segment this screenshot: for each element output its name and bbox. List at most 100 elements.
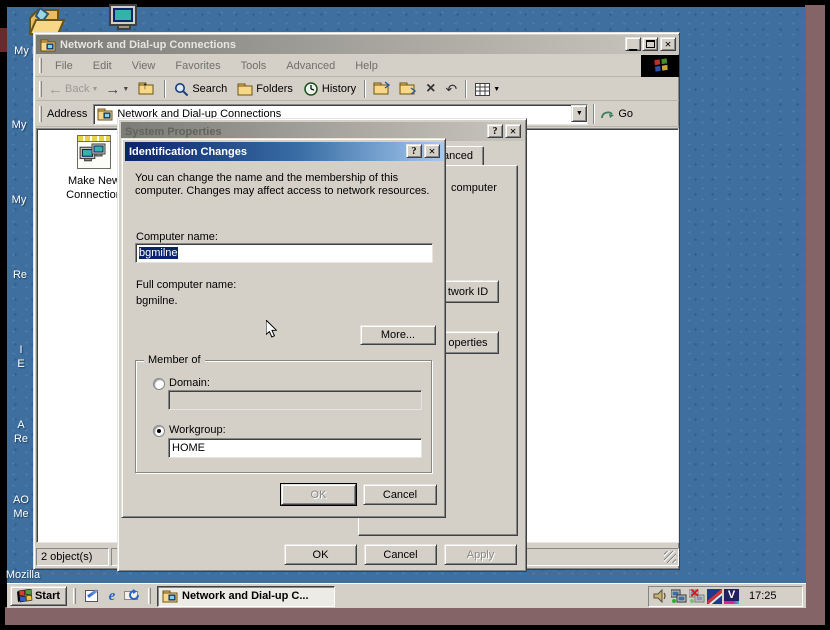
toolbar: ← Back ▼ → ▼ ↑ Search Folders: [36, 78, 679, 101]
maximize-button[interactable]: [642, 37, 658, 51]
menu-file[interactable]: File: [45, 60, 83, 72]
resize-grip[interactable]: [664, 551, 676, 563]
menu-tools[interactable]: Tools: [231, 60, 277, 72]
address-dropdown-button[interactable]: ▼: [571, 105, 587, 122]
maximize-icon: [646, 40, 655, 48]
paint-tool-tray-icon[interactable]: [707, 589, 722, 604]
help-button[interactable]: ?: [406, 144, 422, 158]
minimize-icon: [629, 43, 637, 51]
address-label: Address: [47, 108, 87, 120]
desktop-label-fragment[interactable]: ARe: [7, 418, 35, 446]
ok-button[interactable]: OK: [284, 544, 357, 565]
copy-to-button[interactable]: [369, 80, 395, 99]
menu-help[interactable]: Help: [345, 60, 388, 72]
move-to-button[interactable]: [395, 80, 421, 99]
quicklaunch-show-desktop[interactable]: [84, 588, 100, 604]
network-connections-icon: [162, 588, 178, 604]
chevron-down-icon: ▼: [576, 110, 583, 117]
move-to-icon: [399, 80, 417, 96]
close-button[interactable]: ×: [505, 124, 521, 138]
history-button[interactable]: History: [298, 81, 361, 97]
identification-changes-dialog: Identification Changes ? × You can chang…: [121, 138, 446, 518]
help-button[interactable]: ?: [487, 124, 503, 138]
dialog-description: You can change the name and the membersh…: [135, 172, 435, 198]
undo-button[interactable]: ↶: [440, 81, 462, 98]
desktop-label-fragment[interactable]: My: [7, 193, 31, 207]
network-id-button-partial[interactable]: twork ID: [437, 280, 499, 303]
close-button[interactable]: ×: [424, 144, 440, 158]
domain-radio[interactable]: [153, 378, 165, 390]
back-button[interactable]: ← Back ▼: [45, 81, 101, 98]
apply-button[interactable]: Apply: [444, 544, 517, 565]
member-of-group: Member of Domain: Workgroup: HOME: [135, 360, 432, 473]
volume-icon[interactable]: [653, 588, 669, 604]
identification-changes-titlebar[interactable]: Identification Changes ? ×: [125, 142, 444, 161]
selected-text: bgmilne: [139, 247, 178, 259]
more-button[interactable]: More...: [360, 325, 436, 345]
folders-button[interactable]: Folders: [232, 81, 298, 97]
vnc-tray-icon[interactable]: V: [724, 589, 739, 604]
domain-input[interactable]: [168, 390, 422, 410]
views-dropdown-icon[interactable]: ▼: [493, 86, 500, 93]
internet-explorer-icon: e: [109, 588, 116, 605]
network-disconnected-icon[interactable]: ×: [689, 588, 705, 604]
ok-button[interactable]: OK: [281, 484, 356, 505]
quicklaunch-outlook[interactable]: [124, 588, 140, 604]
desktop-label-fragment[interactable]: My: [7, 118, 31, 132]
my-computer-icon: [106, 1, 142, 33]
forward-button[interactable]: → ▼: [101, 81, 133, 98]
delete-button[interactable]: ×: [421, 80, 440, 98]
full-computer-name-value: bgmilne.: [136, 295, 178, 307]
full-computer-name-label: Full computer name:: [136, 279, 236, 291]
forward-dropdown-icon[interactable]: ▼: [122, 86, 129, 93]
radio-selected-dot: [157, 429, 161, 433]
menu-view[interactable]: View: [122, 60, 166, 72]
properties-button-partial[interactable]: operties: [437, 331, 499, 354]
cancel-button[interactable]: Cancel: [363, 484, 437, 505]
workgroup-radio[interactable]: [153, 425, 165, 437]
forward-icon: →: [105, 81, 120, 98]
menu-favorites[interactable]: Favorites: [165, 60, 230, 72]
views-icon: [475, 83, 490, 96]
clock[interactable]: 17:25: [749, 590, 777, 602]
quicklaunch-internet-explorer[interactable]: e: [104, 588, 120, 604]
dialog-title: System Properties: [125, 126, 222, 138]
explorer-titlebar[interactable]: Network and Dial-up Connections ×: [36, 35, 679, 54]
toolbar-grip[interactable]: [39, 81, 42, 96]
computer-name-label: Computer name:: [136, 231, 218, 243]
menu-advanced[interactable]: Advanced: [276, 60, 345, 72]
go-button[interactable]: Go: [600, 107, 633, 121]
make-new-connection-icon: [77, 135, 111, 169]
desktop-label-fragment[interactable]: AOMe: [7, 493, 35, 521]
views-button[interactable]: ▼: [470, 83, 505, 96]
close-button[interactable]: ×: [660, 37, 676, 51]
menu-edit[interactable]: Edit: [83, 60, 122, 72]
network-tray-icon[interactable]: [671, 588, 687, 604]
minimize-button[interactable]: [625, 37, 641, 51]
taskbar-grip[interactable]: [73, 588, 76, 604]
search-button[interactable]: Search: [169, 82, 232, 97]
task-button-network-connections[interactable]: Network and Dial-up C...: [157, 586, 335, 607]
desktop-label-fragment[interactable]: Re: [8, 268, 32, 282]
back-label: Back: [65, 83, 89, 95]
status-text: 2 object(s): [41, 551, 92, 563]
desktop-label-mozilla[interactable]: Mozilla: [3, 568, 43, 582]
menu-bar: File Edit View Favorites Tools Advanced …: [36, 55, 679, 77]
desktop-label-fragment[interactable]: IE: [7, 343, 35, 371]
back-dropdown-icon[interactable]: ▼: [91, 86, 98, 93]
computer-name-input[interactable]: bgmilne: [135, 243, 433, 263]
cancel-button[interactable]: Cancel: [364, 544, 437, 565]
menu-grip[interactable]: [39, 58, 42, 73]
domain-label[interactable]: Domain:: [169, 377, 210, 389]
taskbar-grip[interactable]: [148, 588, 151, 604]
go-arrow-icon: [600, 107, 616, 121]
close-icon: ×: [510, 124, 517, 139]
workgroup-label[interactable]: Workgroup:: [169, 424, 226, 436]
up-button[interactable]: ↑: [133, 80, 161, 98]
help-icon: ?: [493, 126, 498, 137]
desktop-icon-my-computer[interactable]: [106, 1, 142, 33]
address-grip[interactable]: [39, 106, 42, 123]
taskbar: Start e Network and Dial-up C... ×: [7, 583, 806, 608]
workgroup-input[interactable]: HOME: [168, 438, 422, 458]
start-button[interactable]: Start: [10, 586, 67, 606]
